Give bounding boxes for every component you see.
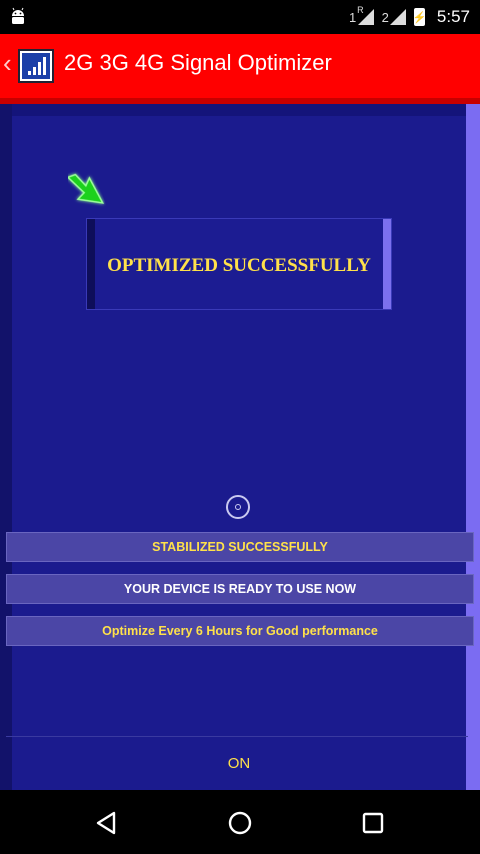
status-bar-ready: YOUR DEVICE IS READY TO USE NOW [6,574,474,604]
navigation-bar [0,790,480,854]
on-toggle-button[interactable]: ON [12,746,466,782]
back-icon[interactable] [90,806,124,840]
divider [6,736,468,737]
recents-icon[interactable] [356,806,390,840]
app-logo-icon[interactable] [18,49,54,83]
status-bar-tip: Optimize Every 6 Hours for Good performa… [6,616,474,646]
sim2-signal: 2 ! [381,9,406,25]
result-text: OPTIMIZED SUCCESSFULLY [107,255,371,276]
app-bar: ‹ 2G 3G 4G Signal Optimizer [0,34,480,98]
main-panel: OPTIMIZED SUCCESSFULLY STABILIZED SUCCES… [0,104,480,790]
signal-icon: 1 R ! [348,5,374,25]
clock: 5:57 [436,7,470,26]
progress-spinner-icon [226,495,250,519]
optimization-result-box: OPTIMIZED SUCCESSFULLY [86,218,392,310]
app-title: 2G 3G 4G Signal Optimizer [64,50,332,75]
home-icon[interactable] [223,806,257,840]
left-bevel [0,104,12,790]
signal-bars-icon [28,57,46,75]
pointer-arrow-icon [68,173,105,204]
status-bar: 1 R ! 2 ! ⚡ 5:57 [0,0,480,34]
top-bevel [12,104,466,116]
roaming-indicator: R [357,5,364,15]
android-icon [12,7,24,24]
status-bar-stabilized: STABILIZED SUCCESSFULLY [6,532,474,562]
sim1-label: 1 [348,10,357,25]
back-chevron-icon[interactable]: ‹ [3,48,12,79]
sim2-label: 2 [381,10,389,25]
battery-icon: ⚡ [413,8,426,26]
right-bevel [466,104,480,790]
